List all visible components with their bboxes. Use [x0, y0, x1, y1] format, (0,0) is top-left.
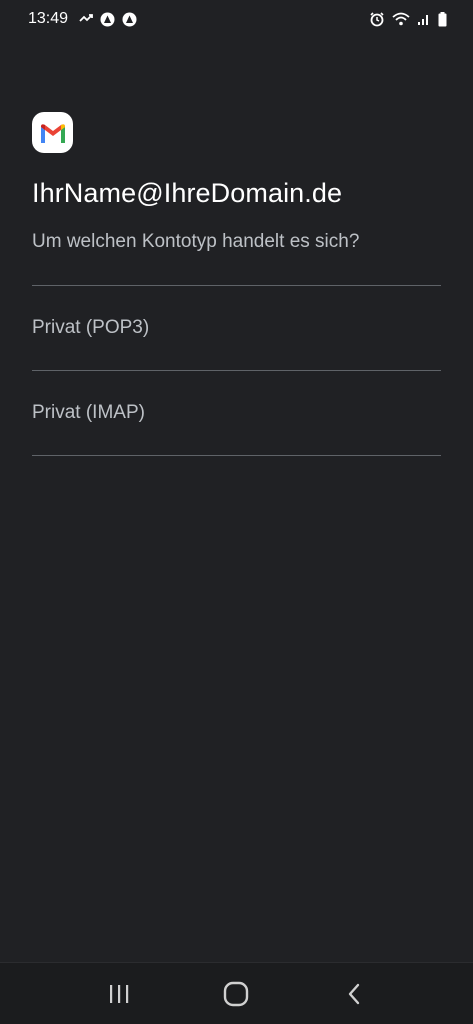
missed-call-icon [79, 12, 93, 26]
gmail-logo-icon [32, 112, 73, 153]
divider [32, 455, 441, 456]
home-icon[interactable] [206, 969, 266, 1019]
app-notification-icon [122, 12, 137, 27]
recent-apps-icon[interactable] [89, 969, 149, 1019]
option-pop3[interactable]: Privat (POP3) [32, 286, 441, 370]
option-label: Privat (IMAP) [32, 402, 145, 423]
status-time: 13:49 [28, 10, 69, 27]
signal-icon [417, 12, 431, 26]
app-notification-icon [100, 12, 115, 27]
account-type-question: Um welchen Kontotyp handelt es sich? [32, 231, 360, 252]
wifi-icon [392, 12, 410, 26]
back-icon[interactable] [324, 969, 384, 1019]
status-bar: 13:49 [0, 0, 473, 38]
account-email: IhrName@IhreDomain.de [32, 178, 343, 208]
account-type-list: Privat (POP3) Privat (IMAP) [32, 285, 441, 456]
status-left: 13:49 [28, 10, 137, 28]
option-imap[interactable]: Privat (IMAP) [32, 371, 441, 455]
status-right [369, 11, 447, 27]
battery-icon [438, 11, 447, 27]
alarm-icon [369, 11, 385, 27]
navigation-bar [0, 962, 473, 1024]
option-label: Privat (POP3) [32, 317, 150, 338]
screen: 13:49 IhrName@IhreDomain.de Um welchen K… [0, 0, 473, 1024]
